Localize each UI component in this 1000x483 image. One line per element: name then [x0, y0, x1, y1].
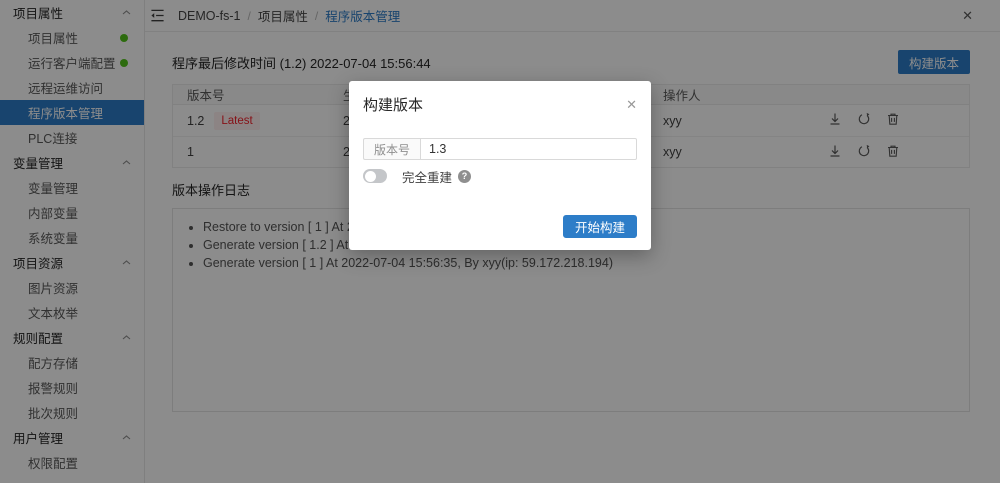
version-number-input[interactable]	[420, 138, 637, 160]
modal-header: 构建版本 ✕	[363, 81, 637, 121]
modal-close-icon[interactable]: ✕	[626, 98, 637, 111]
version-input-label: 版本号	[363, 138, 420, 160]
modal-footer: 开始构建	[363, 215, 637, 238]
full-rebuild-row: 完全重建 ?	[363, 168, 637, 185]
version-input-group: 版本号	[363, 138, 637, 160]
full-rebuild-toggle[interactable]	[363, 169, 387, 183]
start-build-button[interactable]: 开始构建	[562, 215, 637, 238]
help-icon[interactable]: ?	[458, 169, 472, 183]
modal-title: 构建版本	[363, 96, 424, 114]
full-rebuild-label: 完全重建	[402, 170, 453, 185]
build-version-modal: 构建版本 ✕ 版本号 完全重建 ? 开始构建	[349, 81, 651, 250]
toggle-knob	[364, 170, 376, 182]
